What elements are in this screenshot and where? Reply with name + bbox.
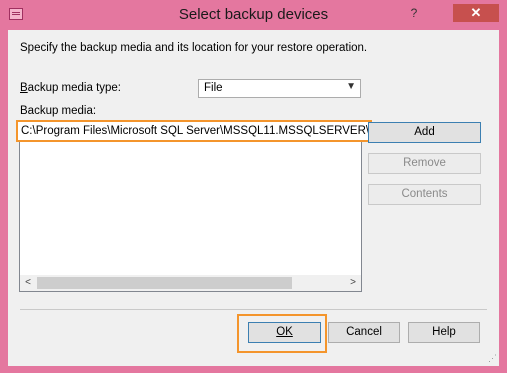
backup-media-list[interactable]: C:\Program Files\Microsoft SQL Server\MS… — [16, 120, 372, 292]
contents-button[interactable]: Contents — [368, 184, 481, 205]
scroll-right-icon[interactable]: > — [345, 276, 361, 290]
help-title-button[interactable]: ? — [400, 4, 428, 22]
backup-path: C:\Program Files\Microsoft SQL Server\MS… — [21, 125, 370, 137]
chevron-down-icon: ▼ — [346, 81, 356, 92]
backup-media-type-label: Backup media type: — [20, 82, 122, 94]
scroll-left-icon[interactable]: < — [20, 276, 36, 290]
window-title: Select backup devices — [178, 6, 329, 23]
help-button[interactable]: Help — [408, 322, 480, 343]
dialog-body: Specify the backup media and its locatio… — [8, 30, 499, 366]
title-bar[interactable]: Select backup devices ? ✕ — [0, 0, 507, 30]
ok-button[interactable]: OK — [248, 322, 321, 343]
backup-media-label: Backup media: — [20, 105, 97, 117]
horizontal-scrollbar[interactable]: < > — [20, 275, 361, 291]
divider — [20, 309, 487, 310]
backup-media-type-select[interactable]: File ▼ — [198, 79, 361, 98]
close-button[interactable]: ✕ — [453, 4, 499, 22]
list-item[interactable]: C:\Program Files\Microsoft SQL Server\MS… — [16, 120, 372, 142]
scroll-thumb[interactable] — [37, 277, 292, 289]
resize-grip-icon[interactable]: ⋰ — [488, 353, 497, 364]
description-text: Specify the backup media and its locatio… — [20, 42, 368, 54]
remove-button[interactable]: Remove — [368, 153, 481, 174]
add-button[interactable]: Add — [368, 122, 481, 143]
backup-media-type-value: File — [204, 82, 223, 94]
cancel-button[interactable]: Cancel — [328, 322, 400, 343]
